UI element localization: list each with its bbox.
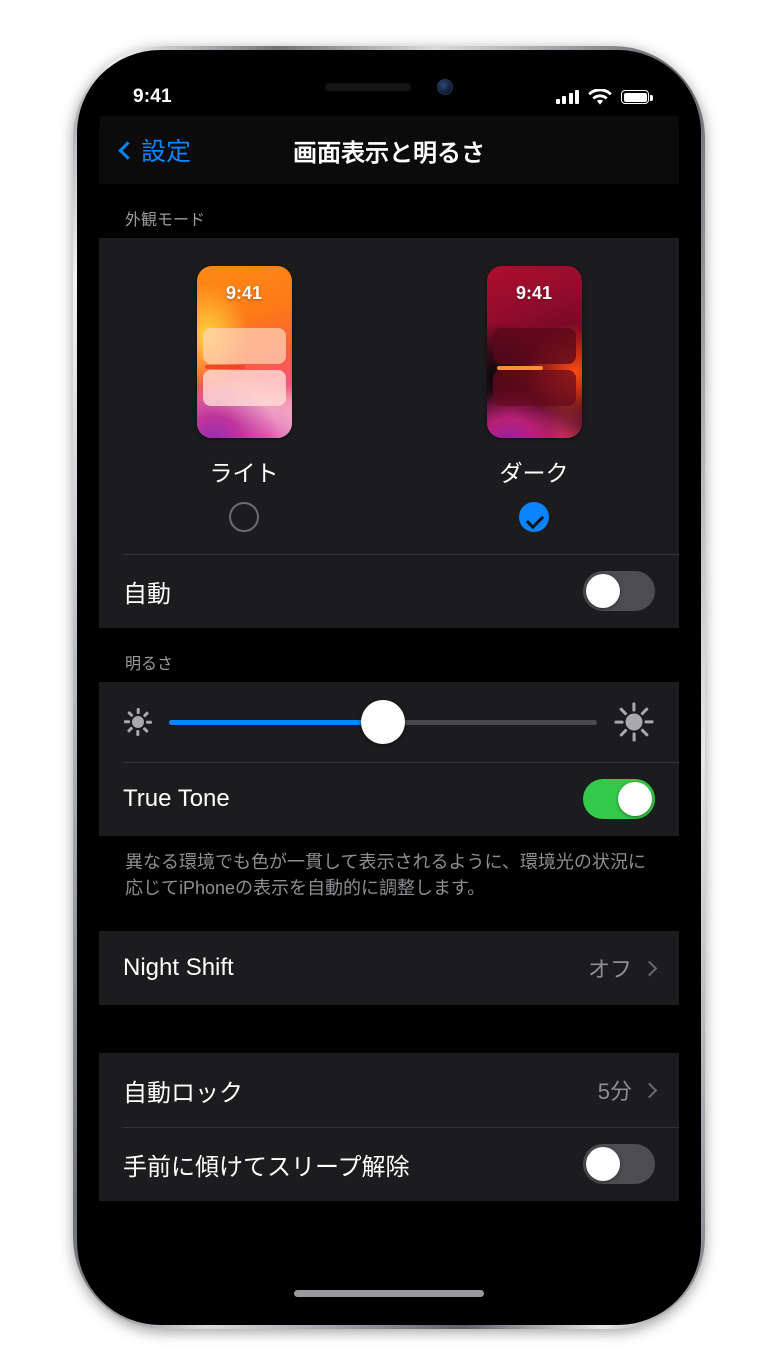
toggle-knob <box>586 1147 620 1182</box>
light-wallpaper: 9:41 <box>196 266 292 438</box>
earpiece-speaker-icon <box>325 82 411 91</box>
brightness-card: True Tone <box>99 682 679 836</box>
light-preview-card-1 <box>202 328 286 364</box>
appearance-section-header: 外観モード <box>125 212 206 229</box>
brightness-section-header: 明るさ <box>125 656 174 673</box>
dark-wallpaper: 9:41 <box>486 266 582 438</box>
navigation-bar: 設定 画面表示と明るさ <box>99 116 679 184</box>
night-shift-label: Night Shift <box>123 954 234 982</box>
brightness-fill <box>169 719 383 725</box>
auto-lock-label: 自動ロック <box>123 1079 243 1107</box>
dark-preview-card-1 <box>492 328 576 364</box>
brightness-track[interactable] <box>169 700 597 744</box>
true-tone-row[interactable]: True Tone <box>99 762 679 836</box>
light-preview-clock: 9:41 <box>225 283 263 303</box>
battery-full-icon <box>621 90 653 104</box>
true-tone-toggle[interactable] <box>583 779 655 819</box>
appearance-option-light[interactable]: 9:41 ライト <box>99 266 389 532</box>
cellular-bars-icon <box>555 90 579 104</box>
light-preview-card-2 <box>202 370 286 406</box>
night-shift-value: オフ <box>587 957 632 983</box>
screenshot-root: 9:41 設定 画面表示と明るさ 外観モード 9:41 ライト 9:41 ダーク… <box>0 0 778 1368</box>
true-tone-label: True Tone <box>123 785 230 812</box>
raise-to-wake-label: 手前に傾けてスリープ解除 <box>123 1153 410 1181</box>
wifi-icon <box>588 88 612 105</box>
chevron-left-icon <box>118 140 137 160</box>
phone-screen: 9:41 設定 画面表示と明るさ 外観モード 9:41 ライト 9:41 ダーク… <box>99 70 679 1306</box>
night-shift-row[interactable]: Night Shift オフ <box>99 931 679 1005</box>
chevron-right-icon <box>641 960 658 976</box>
back-button-label: 設定 <box>141 138 192 166</box>
dark-mode-radio-selected[interactable] <box>519 502 549 532</box>
light-mode-radio[interactable] <box>229 502 259 532</box>
appearance-picker: 9:41 ライト 9:41 ダーク <box>99 238 679 554</box>
row-separator <box>123 554 679 555</box>
chevron-right-icon <box>641 1082 658 1098</box>
night-shift-card: Night Shift オフ <box>99 931 679 1006</box>
auto-lock-row[interactable]: 自動ロック 5分 <box>99 1053 679 1127</box>
home-indicator[interactable] <box>294 1290 484 1297</box>
light-preview-accent-bar <box>204 365 245 369</box>
light-mode-label: ライト <box>209 460 279 486</box>
auto-appearance-label: 自動 <box>123 580 171 608</box>
status-bar-indicators <box>555 88 653 106</box>
row-separator <box>123 1127 679 1129</box>
brightness-slider-row[interactable] <box>99 682 679 762</box>
row-separator <box>123 762 679 763</box>
auto-appearance-row[interactable]: 自動 <box>99 554 679 628</box>
front-camera-icon <box>437 78 453 95</box>
sun-small-icon <box>121 705 155 739</box>
notch <box>278 70 500 103</box>
toggle-knob <box>618 782 652 816</box>
dark-preview-clock: 9:41 <box>515 283 553 303</box>
appearance-card: 9:41 ライト 9:41 ダーク 自動 <box>99 238 679 628</box>
true-tone-footnote: 異なる環境でも色が一貫して表示されるように、環境光の状況に応じてiPhoneの表… <box>125 852 646 899</box>
status-bar-clock: 9:41 <box>133 86 172 107</box>
brightness-knob[interactable] <box>361 700 405 744</box>
dark-preview-card-2 <box>492 370 576 406</box>
dark-mode-label: ダーク <box>499 460 569 486</box>
settings-content: 外観モード 9:41 ライト 9:41 ダーク 自動 明るさ True Tone… <box>99 184 679 1306</box>
back-button[interactable]: 設定 <box>118 132 192 168</box>
appearance-option-dark[interactable]: 9:41 ダーク <box>389 266 679 532</box>
raise-to-wake-row[interactable]: 手前に傾けてスリープ解除 <box>99 1127 679 1201</box>
toggle-knob <box>586 574 620 608</box>
dark-mode-preview-image: 9:41 <box>486 266 582 438</box>
lock-card: 自動ロック 5分 手前に傾けてスリープ解除 <box>99 1053 679 1202</box>
raise-to-wake-toggle[interactable] <box>583 1144 655 1185</box>
sun-large-icon <box>611 699 657 745</box>
auto-appearance-toggle[interactable] <box>583 571 655 611</box>
auto-lock-value: 5分 <box>597 1079 632 1105</box>
light-mode-preview-image: 9:41 <box>196 266 292 438</box>
dark-preview-accent-bar <box>496 366 543 370</box>
